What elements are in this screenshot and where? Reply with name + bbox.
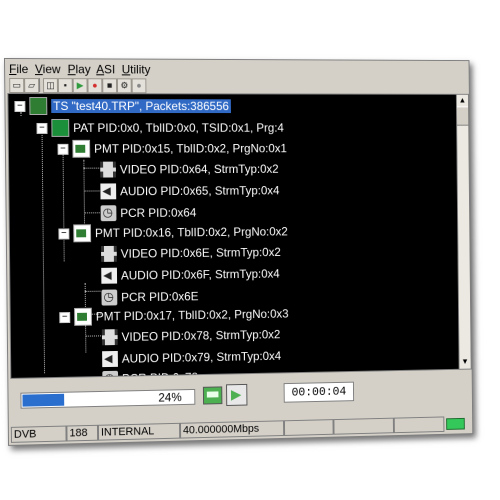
tree-node-label: PMT PID:0x15, TblID:0x2, PrgNo:0x1: [94, 141, 287, 155]
collapse-icon[interactable]: −: [58, 143, 69, 154]
menu-bar: File View Play ASI Utility: [5, 61, 469, 78]
tree-node-ts[interactable]: − TS "test40.TRP", Packets:386556: [14, 96, 231, 116]
tree-node-label: PMT PID:0x17, TblID:0x2, PrgNo:0x3: [96, 307, 289, 324]
status-source: INTERNAL: [98, 423, 180, 441]
collapse-icon[interactable]: −: [36, 122, 47, 133]
progress-fill: [22, 394, 64, 407]
scroll-thumb[interactable]: [457, 106, 468, 125]
tree-node-pmt[interactable]: − PMT PID:0x15, TblID:0x2, PrgNo:0x1: [57, 139, 287, 159]
open-icon[interactable]: ◫: [43, 78, 58, 93]
tree-node-audio[interactable]: AUDIO PID:0x79, StrmTyp:0x4: [102, 346, 281, 369]
tv-program-icon: [74, 308, 92, 326]
status-circle-icon[interactable]: ●: [132, 78, 147, 93]
progress-percent: 24%: [158, 390, 182, 404]
tree-connector: [41, 124, 45, 373]
tv-program-icon: [72, 140, 90, 158]
tree-node-label: PAT PID:0x0, TblID:0x0, TSID:0x1, Prg:4: [73, 121, 284, 135]
tree-node-audio[interactable]: AUDIO PID:0x65, StrmTyp:0x4: [100, 181, 279, 202]
elapsed-time: 00:00:04: [284, 382, 354, 403]
pcr-clock-icon: [101, 205, 117, 221]
open-folder-icon[interactable]: ▱: [24, 78, 39, 93]
collapse-icon[interactable]: −: [58, 228, 69, 239]
tree-node-label: PCR PID:0x6E: [121, 289, 198, 304]
tree-node-pmt[interactable]: − PMT PID:0x17, TblID:0x2, PrgNo:0x3: [59, 304, 288, 327]
status-rate: 40.000000Mbps: [180, 420, 284, 438]
stop-button[interactable]: [203, 386, 222, 404]
status-empty: [284, 419, 334, 436]
record-icon[interactable]: ●: [87, 78, 102, 93]
tree-node-audio[interactable]: AUDIO PID:0x6F, StrmTyp:0x4: [101, 264, 280, 286]
tree-connector: [83, 160, 85, 230]
tree-node-label: AUDIO PID:0x6F, StrmTyp:0x4: [121, 267, 280, 283]
tree-node-label: VIDEO PID:0x78, StrmTyp:0x2: [122, 327, 281, 344]
menu-play[interactable]: Play: [68, 62, 91, 76]
settings-icon[interactable]: ⚙: [117, 78, 132, 93]
tree-node-video[interactable]: VIDEO PID:0x78, StrmTyp:0x2: [102, 324, 281, 347]
toolbar-separator: [39, 78, 42, 92]
video-film-icon: [100, 162, 116, 178]
status-packet-size: 188: [66, 425, 98, 442]
tv-program-icon: [73, 224, 91, 242]
app-window: File View Play ASI Utility ▭ ▱ ◫ ▪ ▶ ● ■…: [4, 58, 473, 446]
stop-icon[interactable]: ■: [102, 78, 117, 93]
play-button[interactable]: [226, 384, 247, 406]
menu-utility[interactable]: Utility: [122, 62, 151, 76]
video-film-icon: [101, 246, 117, 262]
ts-stream-icon: [29, 97, 47, 115]
tree-node-label: AUDIO PID:0x79, StrmTyp:0x4: [122, 349, 281, 366]
tree-connector: [84, 212, 100, 213]
tree-node-label: AUDIO PID:0x65, StrmTyp:0x4: [120, 184, 280, 199]
tree-node-video[interactable]: VIDEO PID:0x6E, StrmTyp:0x2: [101, 242, 281, 264]
audio-speaker-icon: [101, 268, 117, 284]
play-icon[interactable]: ▶: [73, 78, 88, 93]
toolbar: ▭ ▱ ◫ ▪ ▶ ● ■ ⚙ ●: [7, 77, 471, 94]
tree-node-pcr[interactable]: PCR PID:0x64: [101, 203, 197, 223]
audio-speaker-icon: [102, 351, 118, 367]
tree-node-label: PMT PID:0x16, TblID:0x2, PrgNo:0x2: [95, 225, 288, 241]
video-film-icon: [102, 329, 118, 345]
tree-connector: [84, 190, 100, 191]
menu-file[interactable]: File: [9, 62, 28, 76]
tree-node-label: VIDEO PID:0x6E, StrmTyp:0x2: [121, 245, 281, 261]
stream-tree[interactable]: − TS "test40.TRP", Packets:386556 − PAT …: [7, 93, 460, 379]
pcr-clock-icon: [101, 289, 117, 305]
pat-table-icon: [51, 119, 69, 137]
status-led-icon: [446, 418, 465, 430]
collapse-icon[interactable]: −: [59, 312, 70, 323]
tree-connector: [62, 144, 64, 261]
tree-node-label: TS "test40.TRP", Packets:386556: [51, 99, 231, 113]
save-icon[interactable]: ▪: [58, 78, 73, 93]
tree-scrollbar[interactable]: ▲ ▼: [456, 94, 472, 370]
tree-node-pat[interactable]: − PAT PID:0x0, TblID:0x0, TSID:0x1, Prg:…: [36, 118, 283, 138]
collapse-icon[interactable]: −: [14, 101, 25, 112]
status-empty: [333, 418, 393, 435]
tree-connector: [85, 291, 101, 292]
menu-view[interactable]: View: [35, 62, 61, 76]
pcr-clock-icon: [102, 371, 118, 379]
status-mode: DVB: [11, 426, 67, 443]
tree-node-label: VIDEO PID:0x64, StrmTyp:0x2: [120, 162, 279, 176]
tree-node-pmt[interactable]: − PMT PID:0x16, TblID:0x2, PrgNo:0x2: [58, 222, 288, 244]
tree-node-video[interactable]: VIDEO PID:0x64, StrmTyp:0x2: [100, 159, 279, 179]
tree-node-label: PCR PID:0x64: [120, 206, 196, 220]
tree-connector: [83, 168, 99, 169]
scroll-down-icon[interactable]: ▼: [461, 357, 468, 366]
scroll-up-icon[interactable]: ▲: [459, 96, 466, 105]
menu-asi[interactable]: ASI: [96, 62, 115, 76]
tree-connector: [85, 335, 101, 336]
status-empty: [394, 416, 445, 433]
audio-speaker-icon: [100, 183, 116, 199]
new-file-icon[interactable]: ▭: [9, 78, 24, 93]
